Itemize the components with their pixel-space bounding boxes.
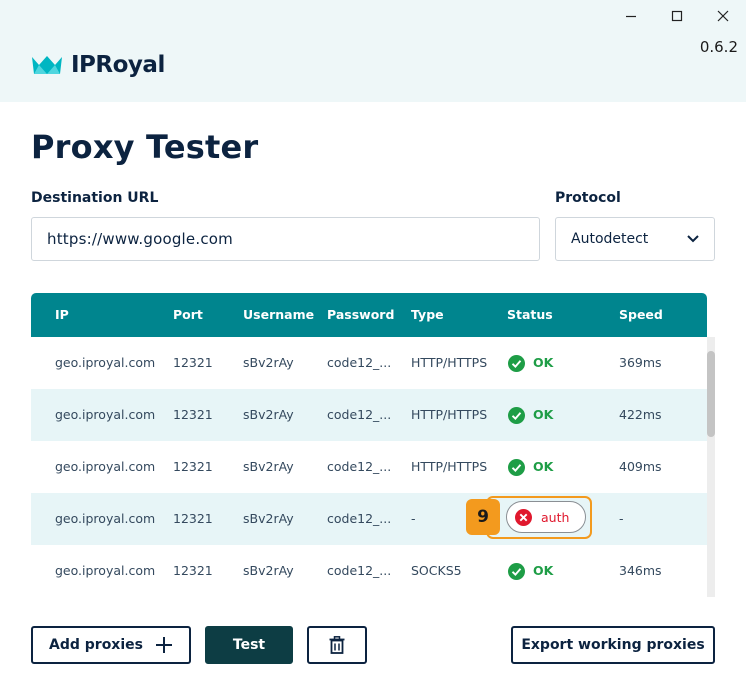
column-header-status[interactable]: Status: [507, 293, 553, 337]
column-header-speed[interactable]: Speed: [619, 293, 663, 337]
cell-speed: 409ms: [619, 459, 662, 474]
column-header-ip[interactable]: IP: [55, 293, 69, 337]
error-circle-icon: [515, 508, 532, 526]
cell-type: HTTP/HTTPS: [411, 459, 488, 474]
cell-username: sBv2rAy: [243, 355, 294, 370]
cell-status: OK: [508, 441, 553, 493]
cell-username: sBv2rAy: [243, 459, 294, 474]
check-circle-icon: [508, 458, 525, 476]
cell-password: code12_...: [327, 407, 392, 422]
test-button[interactable]: Test: [205, 626, 293, 664]
cell-password: code12_...: [327, 511, 392, 526]
maximize-button[interactable]: [654, 4, 700, 28]
add-proxies-label: Add proxies: [49, 637, 143, 653]
cell-password: code12_...: [327, 459, 392, 474]
protocol-label: Protocol: [555, 190, 621, 206]
check-circle-icon: [508, 354, 525, 372]
logo-text: IPRoyal: [71, 52, 165, 78]
proxy-table: IP Port Username Password Type Status Sp…: [31, 293, 715, 597]
cell-password: code12_...: [327, 563, 392, 578]
app-header: 0.6.2 IPRoyal: [0, 0, 746, 102]
crown-icon: [32, 56, 62, 74]
cell-status: OK: [508, 337, 553, 389]
cell-type: HTTP/HTTPS: [411, 407, 488, 422]
cell-port: 12321: [173, 355, 213, 370]
protocol-value: Autodetect: [571, 231, 649, 247]
cell-ip: geo.iproyal.com: [55, 459, 156, 474]
close-button[interactable]: [700, 4, 746, 28]
cell-speed: 422ms: [619, 407, 662, 422]
maximize-icon: [671, 10, 683, 22]
plus-icon: [155, 637, 172, 653]
minimize-icon: [626, 15, 636, 18]
cell-speed: -: [619, 511, 624, 526]
url-label: Destination URL: [31, 190, 159, 206]
status-ok-text: OK: [533, 407, 554, 422]
cell-port: 12321: [173, 511, 213, 526]
test-label: Test: [232, 637, 266, 653]
status-auth-text: auth: [541, 509, 570, 525]
status-ok-text: OK: [533, 459, 554, 474]
cell-port: 12321: [173, 407, 213, 422]
annotation-badge: 9: [466, 499, 500, 535]
add-proxies-button[interactable]: Add proxies: [31, 626, 191, 664]
status-auth-pill[interactable]: auth: [506, 501, 586, 533]
cell-speed: 369ms: [619, 355, 662, 370]
status-ok-text: OK: [533, 355, 554, 370]
cell-ip: geo.iproyal.com: [55, 355, 156, 370]
page-title: Proxy Tester: [31, 128, 259, 166]
cell-username: sBv2rAy: [243, 563, 294, 578]
protocol-select[interactable]: Autodetect: [555, 217, 715, 261]
window-controls: [608, 4, 746, 28]
chevron-down-icon: [687, 235, 699, 243]
status-ok-text: OK: [533, 563, 554, 578]
cell-port: 12321: [173, 563, 213, 578]
cell-type: SOCKS5: [411, 563, 462, 578]
column-header-type[interactable]: Type: [411, 293, 444, 337]
cell-speed: 346ms: [619, 563, 662, 578]
cell-ip: geo.iproyal.com: [55, 511, 156, 526]
table-header: IP Port Username Password Type Status Sp…: [31, 293, 707, 337]
check-circle-icon: [508, 406, 525, 424]
column-header-username[interactable]: Username: [243, 293, 314, 337]
close-icon: [717, 10, 729, 22]
table-row[interactable]: geo.iproyal.com 12321 sBv2rAy code12_...…: [31, 441, 707, 493]
table-row[interactable]: geo.iproyal.com 12321 sBv2rAy code12_...…: [31, 493, 707, 545]
cell-password: code12_...: [327, 355, 392, 370]
cell-ip: geo.iproyal.com: [55, 407, 156, 422]
cell-status: OK: [508, 389, 553, 441]
column-header-port[interactable]: Port: [173, 293, 203, 337]
cell-type: HTTP/HTTPS: [411, 355, 488, 370]
trash-icon: [329, 636, 345, 654]
cell-port: 12321: [173, 459, 213, 474]
column-header-password[interactable]: Password: [327, 293, 394, 337]
brand-logo: IPRoyal: [31, 52, 165, 78]
delete-button[interactable]: [307, 626, 367, 664]
table-scrollbar-thumb[interactable]: [707, 351, 715, 437]
export-working-proxies-button[interactable]: Export working proxies: [511, 626, 715, 664]
cell-username: sBv2rAy: [243, 407, 294, 422]
table-row[interactable]: geo.iproyal.com 12321 sBv2rAy code12_...…: [31, 337, 707, 389]
cell-username: sBv2rAy: [243, 511, 294, 526]
cell-type: -: [411, 511, 416, 526]
check-circle-icon: [508, 562, 525, 580]
export-label: Export working proxies: [521, 637, 705, 653]
table-row[interactable]: geo.iproyal.com 12321 sBv2rAy code12_...…: [31, 545, 707, 597]
version-label: 0.6.2: [699, 38, 738, 56]
table-row[interactable]: geo.iproyal.com 12321 sBv2rAy code12_...…: [31, 389, 707, 441]
cell-status: OK: [508, 545, 553, 597]
minimize-button[interactable]: [608, 4, 654, 28]
cell-ip: geo.iproyal.com: [55, 563, 156, 578]
destination-url-input[interactable]: [31, 217, 540, 261]
